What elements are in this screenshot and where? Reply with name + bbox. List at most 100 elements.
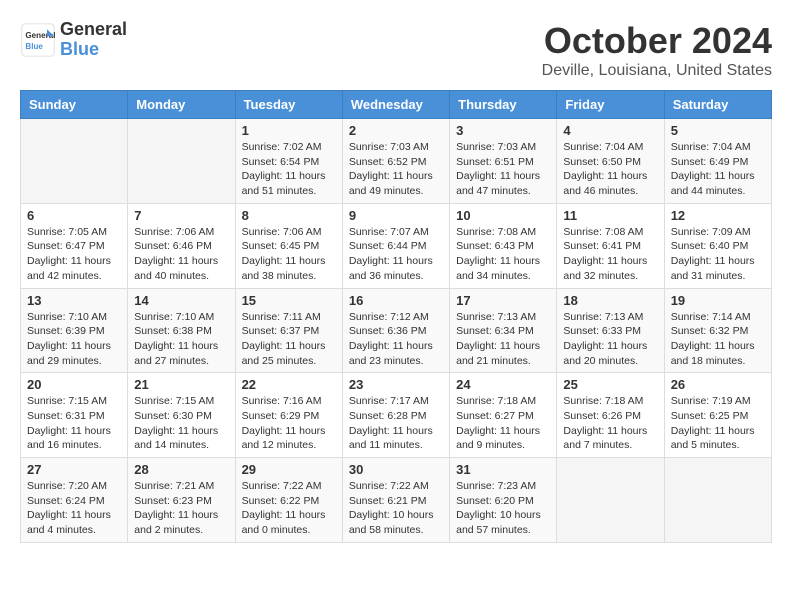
day-info: Sunrise: 7:04 AMSunset: 6:50 PMDaylight:…: [563, 140, 657, 199]
table-row: 22 Sunrise: 7:16 AMSunset: 6:29 PMDayligh…: [235, 373, 342, 458]
table-row: 29 Sunrise: 7:22 AMSunset: 6:22 PMDayligh…: [235, 458, 342, 543]
svg-text:Blue: Blue: [25, 42, 43, 51]
day-number: 29: [242, 462, 336, 477]
day-info: Sunrise: 7:06 AMSunset: 6:45 PMDaylight:…: [242, 225, 336, 284]
calendar-week-row: 13 Sunrise: 7:10 AMSunset: 6:39 PMDayligh…: [21, 288, 772, 373]
day-info: Sunrise: 7:23 AMSunset: 6:20 PMDaylight:…: [456, 479, 550, 538]
table-row: [128, 119, 235, 204]
table-row: 31 Sunrise: 7:23 AMSunset: 6:20 PMDayligh…: [450, 458, 557, 543]
table-row: 23Sunrise: 7:17 AMSunset: 6:28 PMDayligh…: [342, 373, 449, 458]
day-info: Sunrise: 7:17 AMSunset: 6:28 PMDaylight:…: [349, 394, 443, 453]
day-number: 12: [671, 208, 765, 223]
table-row: [21, 119, 128, 204]
day-number: 17: [456, 293, 550, 308]
calendar-week-row: 6Sunrise: 7:05 AMSunset: 6:47 PMDaylight…: [21, 203, 772, 288]
day-info: Sunrise: 7:14 AMSunset: 6:32 PMDaylight:…: [671, 310, 765, 369]
table-row: 3Sunrise: 7:03 AMSunset: 6:51 PMDaylight…: [450, 119, 557, 204]
day-info: Sunrise: 7:03 AMSunset: 6:52 PMDaylight:…: [349, 140, 443, 199]
table-row: 7Sunrise: 7:06 AMSunset: 6:46 PMDaylight…: [128, 203, 235, 288]
day-number: 9: [349, 208, 443, 223]
day-number: 31: [456, 462, 550, 477]
table-row: 13 Sunrise: 7:10 AMSunset: 6:39 PMDayligh…: [21, 288, 128, 373]
title-block: October 2024 Deville, Louisiana, United …: [542, 20, 772, 80]
month-year-title: October 2024: [542, 20, 772, 62]
col-saturday: Saturday: [664, 91, 771, 119]
day-info: Sunrise: 7:06 AMSunset: 6:46 PMDaylight:…: [134, 225, 228, 284]
day-number: 13: [27, 293, 121, 308]
day-info: Sunrise: 7:09 AMSunset: 6:40 PMDaylight:…: [671, 225, 765, 284]
calendar-header-row: Sunday Monday Tuesday Wednesday Thursday…: [21, 91, 772, 119]
day-info: Sunrise: 7:20 AMSunset: 6:24 PMDaylight:…: [27, 479, 121, 538]
day-number: 2: [349, 123, 443, 138]
day-number: 19: [671, 293, 765, 308]
day-info: Sunrise: 7:08 AMSunset: 6:41 PMDaylight:…: [563, 225, 657, 284]
logo-text: General Blue: [60, 20, 127, 60]
day-number: 11: [563, 208, 657, 223]
table-row: 12 Sunrise: 7:09 AMSunset: 6:40 PMDayligh…: [664, 203, 771, 288]
table-row: 18 Sunrise: 7:13 AMSunset: 6:33 PMDayligh…: [557, 288, 664, 373]
col-friday: Friday: [557, 91, 664, 119]
day-info: Sunrise: 7:19 AMSunset: 6:25 PMDaylight:…: [671, 394, 765, 453]
day-number: 18: [563, 293, 657, 308]
day-info: Sunrise: 7:10 AMSunset: 6:39 PMDaylight:…: [27, 310, 121, 369]
day-info: Sunrise: 7:13 AMSunset: 6:34 PMDaylight:…: [456, 310, 550, 369]
table-row: 2 Sunrise: 7:03 AMSunset: 6:52 PMDaylight…: [342, 119, 449, 204]
calendar-table: Sunday Monday Tuesday Wednesday Thursday…: [20, 90, 772, 543]
table-row: 4Sunrise: 7:04 AMSunset: 6:50 PMDaylight…: [557, 119, 664, 204]
day-number: 27: [27, 462, 121, 477]
day-info: Sunrise: 7:18 AMSunset: 6:26 PMDaylight:…: [563, 394, 657, 453]
day-number: 21: [134, 377, 228, 392]
table-row: 20Sunrise: 7:15 AMSunset: 6:31 PMDayligh…: [21, 373, 128, 458]
day-number: 10: [456, 208, 550, 223]
day-info: Sunrise: 7:22 AMSunset: 6:21 PMDaylight:…: [349, 479, 443, 538]
col-tuesday: Tuesday: [235, 91, 342, 119]
table-row: 6Sunrise: 7:05 AMSunset: 6:47 PMDaylight…: [21, 203, 128, 288]
page-header: General Blue General Blue October 2024 D…: [20, 20, 772, 80]
day-number: 16: [349, 293, 443, 308]
day-number: 25: [563, 377, 657, 392]
day-number: 22: [242, 377, 336, 392]
table-row: 17 Sunrise: 7:13 AMSunset: 6:34 PMDayligh…: [450, 288, 557, 373]
table-row: 16 Sunrise: 7:12 AMSunset: 6:36 PMDayligh…: [342, 288, 449, 373]
day-number: 6: [27, 208, 121, 223]
col-wednesday: Wednesday: [342, 91, 449, 119]
table-row: 5Sunrise: 7:04 AMSunset: 6:49 PMDaylight…: [664, 119, 771, 204]
col-sunday: Sunday: [21, 91, 128, 119]
day-info: Sunrise: 7:18 AMSunset: 6:27 PMDaylight:…: [456, 394, 550, 453]
day-info: Sunrise: 7:15 AMSunset: 6:30 PMDaylight:…: [134, 394, 228, 453]
day-info: Sunrise: 7:22 AMSunset: 6:22 PMDaylight:…: [242, 479, 336, 538]
day-number: 14: [134, 293, 228, 308]
logo-icon: General Blue: [20, 22, 56, 58]
day-info: Sunrise: 7:10 AMSunset: 6:38 PMDaylight:…: [134, 310, 228, 369]
day-info: Sunrise: 7:02 AMSunset: 6:54 PMDaylight:…: [242, 140, 336, 199]
day-number: 28: [134, 462, 228, 477]
calendar-week-row: 20Sunrise: 7:15 AMSunset: 6:31 PMDayligh…: [21, 373, 772, 458]
day-info: Sunrise: 7:15 AMSunset: 6:31 PMDaylight:…: [27, 394, 121, 453]
day-info: Sunrise: 7:07 AMSunset: 6:44 PMDaylight:…: [349, 225, 443, 284]
day-info: Sunrise: 7:03 AMSunset: 6:51 PMDaylight:…: [456, 140, 550, 199]
table-row: 14 Sunrise: 7:10 AMSunset: 6:38 PMDayligh…: [128, 288, 235, 373]
day-number: 8: [242, 208, 336, 223]
day-number: 26: [671, 377, 765, 392]
day-info: Sunrise: 7:13 AMSunset: 6:33 PMDaylight:…: [563, 310, 657, 369]
day-number: 24: [456, 377, 550, 392]
day-info: Sunrise: 7:16 AMSunset: 6:29 PMDaylight:…: [242, 394, 336, 453]
day-info: Sunrise: 7:21 AMSunset: 6:23 PMDaylight:…: [134, 479, 228, 538]
day-info: Sunrise: 7:04 AMSunset: 6:49 PMDaylight:…: [671, 140, 765, 199]
table-row: 8 Sunrise: 7:06 AMSunset: 6:45 PMDaylight…: [235, 203, 342, 288]
table-row: 19 Sunrise: 7:14 AMSunset: 6:32 PMDayligh…: [664, 288, 771, 373]
day-info: Sunrise: 7:11 AMSunset: 6:37 PMDaylight:…: [242, 310, 336, 369]
day-number: 15: [242, 293, 336, 308]
table-row: 21 Sunrise: 7:15 AMSunset: 6:30 PMDayligh…: [128, 373, 235, 458]
table-row: 1Sunrise: 7:02 AMSunset: 6:54 PMDaylight…: [235, 119, 342, 204]
table-row: 30Sunrise: 7:22 AMSunset: 6:21 PMDayligh…: [342, 458, 449, 543]
table-row: 27 Sunrise: 7:20 AMSunset: 6:24 PMDayligh…: [21, 458, 128, 543]
table-row: 25 Sunrise: 7:18 AMSunset: 6:26 PMDayligh…: [557, 373, 664, 458]
col-thursday: Thursday: [450, 91, 557, 119]
calendar-week-row: 1Sunrise: 7:02 AMSunset: 6:54 PMDaylight…: [21, 119, 772, 204]
table-row: [664, 458, 771, 543]
table-row: 10Sunrise: 7:08 AMSunset: 6:43 PMDayligh…: [450, 203, 557, 288]
day-info: Sunrise: 7:12 AMSunset: 6:36 PMDaylight:…: [349, 310, 443, 369]
table-row: 26 Sunrise: 7:19 AMSunset: 6:25 PMDayligh…: [664, 373, 771, 458]
table-row: 9 Sunrise: 7:07 AMSunset: 6:44 PMDaylight…: [342, 203, 449, 288]
